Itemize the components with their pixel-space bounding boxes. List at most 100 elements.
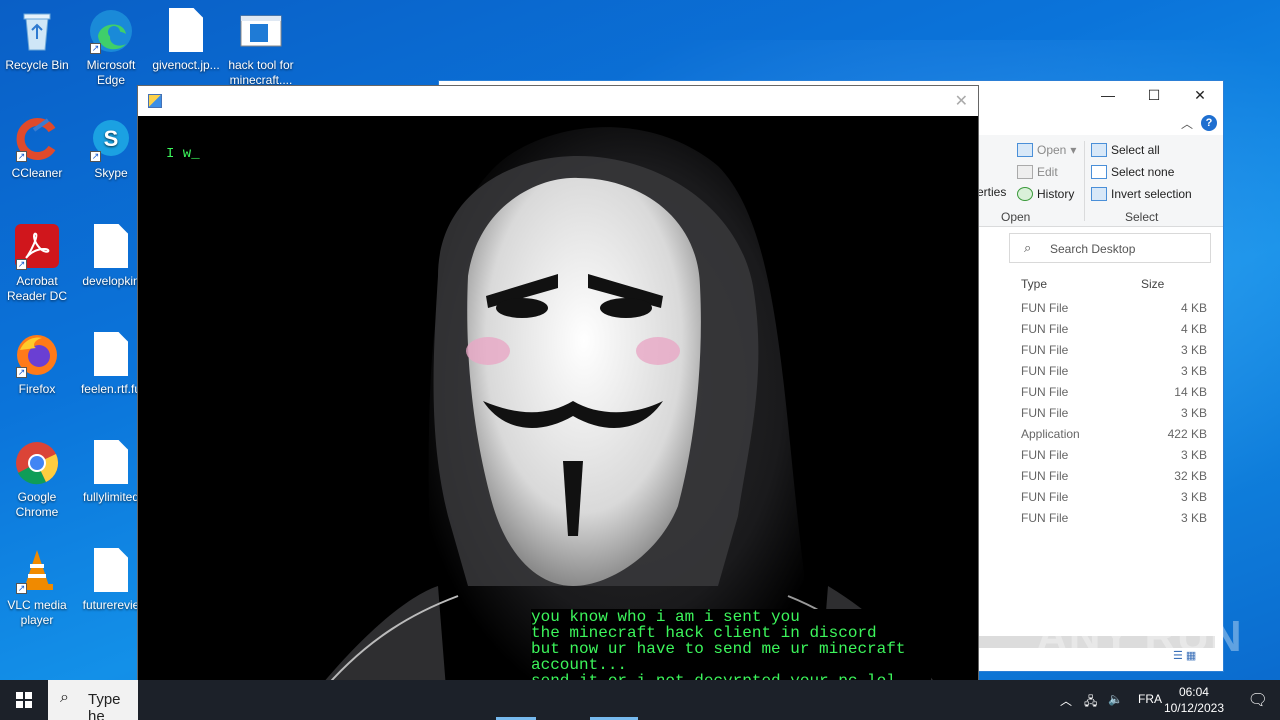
file-type: FUN File [1021,511,1069,525]
file-list-row[interactable]: Application 422 KB [1021,427,1211,448]
shortcut-arrow-icon: ↗ [90,43,101,54]
desktop-icon-recycle-bin[interactable]: Recycle Bin [1,8,73,73]
shortcut-arrow-icon: ↗ [90,151,101,162]
help-icon[interactable]: ? [1201,115,1217,131]
firefox-icon: ↗ [14,332,60,378]
application-window-icon [238,8,284,54]
chevron-up-icon[interactable]: ︿ [1060,692,1072,709]
file-icon [163,8,209,54]
file-list-row[interactable]: FUN File 3 KB [1021,511,1211,532]
ribbon-divider [1084,141,1085,221]
column-header-type[interactable]: Type [1021,277,1047,291]
file-type: FUN File [1021,322,1069,336]
file-icon [88,332,134,378]
column-header-size[interactable]: Size [1141,277,1164,291]
desktop-icon-edge[interactable]: ↗ Microsoft Edge [75,8,147,88]
chrome-icon [14,440,60,486]
app-icon [148,94,162,108]
file-list-row[interactable]: FUN File 3 KB [1021,448,1211,469]
minimize-icon[interactable]: — [1085,87,1131,103]
desktop-icon-firefox[interactable]: ↗ Firefox [1,332,73,397]
desktop-icon-acrobat[interactable]: ↗ Acrobat Reader DC [1,224,73,304]
clock[interactable]: 06:04 10/12/2023 [1164,684,1224,716]
edit-icon [1017,165,1033,179]
file-type: FUN File [1021,490,1069,504]
anyrun-watermark: ANY RUN [1036,612,1243,661]
file-size: 3 KB [1180,364,1207,378]
svg-text:S: S [104,126,119,151]
ccleaner-icon: ↗ [14,116,60,162]
edit-button[interactable]: Edit [1017,165,1058,179]
file-list-row[interactable]: FUN File 3 KB [1021,343,1211,364]
file-list-row[interactable]: FUN File 32 KB [1021,469,1211,490]
open-button[interactable]: Open ▾ [1017,143,1076,157]
file-icon [88,548,134,594]
file-size: 422 KB [1167,427,1207,441]
language-indicator[interactable]: FRA [1138,692,1162,706]
desktop-icon-chrome[interactable]: Google Chrome [1,440,73,520]
invert-selection-icon [1091,187,1107,201]
edge-icon: ↗ [88,8,134,54]
network-icon[interactable]: 🖧 [1084,692,1097,713]
desktop-icon-ccleaner[interactable]: ↗ CCleaner [1,116,73,181]
skype-icon: S ↗ [88,116,134,162]
ribbon-group-open: Open [1001,210,1031,224]
select-all-icon [1091,143,1107,157]
desktop-icon-vlc[interactable]: ↗ VLC media player [1,548,73,628]
desktop-icon-label: Firefox [18,382,56,396]
desktop-icon-label: Microsoft Edge [86,58,136,87]
file-list-row[interactable]: FUN File 3 KB [1021,364,1211,385]
search-input[interactable]: ⌕ Search Desktop [1009,233,1211,263]
file-size: 4 KB [1180,301,1207,315]
file-size: 4 KB [1180,322,1207,336]
payload-titlebar[interactable]: ✕ [138,86,978,116]
open-icon [1017,143,1033,157]
clock-date: 10/12/2023 [1163,701,1224,715]
payload-window[interactable]: ✕ I w_ you know who i am i sent you the … [137,85,979,713]
select-all-button[interactable]: Select all [1091,143,1160,157]
search-icon: ⌕ [1024,240,1032,255]
windows-logo-icon [16,692,32,708]
vlc-cone-icon: ↗ [14,548,60,594]
close-icon[interactable]: ✕ [955,91,968,111]
desktop-icon-givenoct[interactable]: givenoct.jp... [150,8,222,73]
file-type: FUN File [1021,448,1069,462]
maximize-icon[interactable]: ☐ [1131,87,1177,104]
start-button[interactable] [0,680,48,720]
volume-icon[interactable]: 🔈 [1108,692,1123,706]
collapse-ribbon-icon[interactable]: ︿ [1181,115,1193,132]
desktop-icon-label: VLC media player [7,598,67,627]
payload-content: I w_ you know who i am i sent you the mi… [138,116,978,712]
recycle-bin-icon [14,8,60,54]
history-icon [1017,187,1033,201]
history-button[interactable]: History [1017,187,1074,201]
file-list-row[interactable]: FUN File 3 KB [1021,490,1211,511]
file-size: 32 KB [1174,469,1207,483]
properties-button[interactable]: erties [977,185,1006,199]
taskbar-search-box[interactable]: ⌕ Type he [48,680,138,720]
close-icon[interactable]: ✕ [1177,87,1223,104]
file-size: 14 KB [1174,385,1207,399]
shortcut-arrow-icon: ↗ [16,583,27,594]
file-icon [88,440,134,486]
file-list-row[interactable]: FUN File 4 KB [1021,322,1211,343]
file-type: FUN File [1021,469,1069,483]
file-type: FUN File [1021,385,1069,399]
select-none-icon [1091,165,1107,179]
file-type: FUN File [1021,364,1069,378]
file-list-row[interactable]: FUN File 4 KB [1021,301,1211,322]
desktop-icon-label: Recycle Bin [5,58,69,72]
desktop-icon-label: hack tool for minecraft.... [228,58,294,87]
file-size: 3 KB [1180,406,1207,420]
file-list-row[interactable]: FUN File 14 KB [1021,385,1211,406]
desktop-icon-label: givenoct.jp... [152,58,220,72]
notification-icon[interactable]: 🗨 [1248,690,1268,710]
invert-selection-button[interactable]: Invert selection [1091,187,1192,201]
select-none-button[interactable]: Select none [1091,165,1174,179]
ransom-message: you know who i am i sent you the minecra… [531,609,931,689]
desktop-icon-hack-tool[interactable]: hack tool for minecraft.... [225,8,297,88]
file-size: 3 KB [1180,343,1207,357]
file-list-row[interactable]: FUN File 3 KB [1021,406,1211,427]
desktop-icon-label: Acrobat Reader DC [6,274,68,303]
search-icon: ⌕ [60,689,69,706]
